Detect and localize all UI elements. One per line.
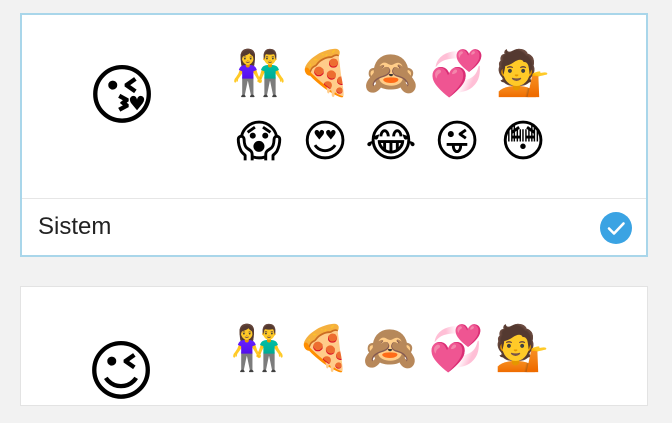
- sample-emoji: 🙈: [362, 323, 418, 374]
- sample-emoji: 🙈: [363, 48, 419, 99]
- sample-emoji: 💞: [428, 323, 484, 374]
- sample-emoji: 😍: [302, 116, 348, 167]
- divider: [22, 198, 646, 199]
- sample-emoji: 🍕: [297, 48, 353, 99]
- sample-emoji: 💞: [429, 48, 485, 99]
- sample-emoji: 😳: [500, 116, 546, 167]
- featured-emoji: 😉: [86, 333, 156, 410]
- sample-emoji: 🍕: [296, 323, 352, 374]
- sample-emoji: 👫: [230, 323, 286, 374]
- sample-emoji: 😂: [365, 116, 417, 167]
- sample-emoji: 😱: [236, 116, 282, 167]
- emoji-preview: 😉 👫 🍕 🙈 💞 💁: [21, 287, 647, 407]
- emoji-sample-grid: 👫 🍕 🙈 💞 💁 😱 😍 😂 😜 😳: [227, 42, 555, 174]
- option-label: Sistem: [38, 213, 112, 240]
- emoji-set-option-sistem[interactable]: 😘 👫 🍕 🙈 💞 💁 😱 😍 😂 😜 😳 Sistem: [20, 13, 648, 257]
- sample-emoji: 😜: [434, 116, 480, 167]
- featured-emoji: 😘: [87, 57, 157, 134]
- sample-emoji: 👫: [231, 48, 287, 99]
- emoji-set-option-2[interactable]: 😉 👫 🍕 🙈 💞 💁: [20, 286, 648, 406]
- emoji-preview: 😘 👫 🍕 🙈 💞 💁 😱 😍 😂 😜 😳: [22, 15, 646, 198]
- sample-emoji: 💁: [495, 48, 551, 99]
- emoji-sample-grid: 👫 🍕 🙈 💞 💁: [226, 317, 554, 381]
- checkmark-icon: [600, 212, 632, 244]
- sample-emoji: 💁: [494, 323, 550, 374]
